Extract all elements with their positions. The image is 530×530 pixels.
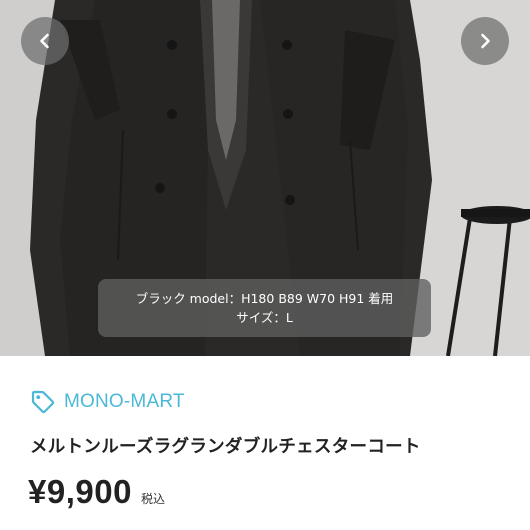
product-title: メルトンルーズラグランダブルチェスターコート: [30, 437, 421, 457]
previous-image-button[interactable]: [21, 17, 69, 65]
image-caption: ブラック model：H180 B89 W70 H91 着用 サイズ：L: [98, 279, 431, 337]
chevron-left-icon: [40, 33, 49, 49]
product-screen: ブラック model：H180 B89 W70 H91 着用 サイズ：L MON…: [0, 0, 530, 530]
product-price: ¥9,900: [28, 473, 132, 510]
price-row: ¥9,900 税込: [28, 473, 165, 511]
caption-model-info: ブラック model：H180 B89 W70 H91 着用: [135, 291, 394, 306]
next-image-button[interactable]: [461, 17, 509, 65]
chevron-right-icon: [481, 33, 490, 49]
tag-icon: [31, 390, 55, 414]
shop-link[interactable]: MONO-MART: [30, 389, 185, 415]
product-info: MONO-MART メルトンルーズラグランダブルチェスターコート ¥9,900 …: [0, 356, 530, 530]
caption-size: サイズ：L: [236, 310, 293, 325]
tax-label: 税込: [140, 492, 165, 506]
product-image[interactable]: ブラック model：H180 B89 W70 H91 着用 サイズ：L: [0, 0, 530, 356]
shop-name: MONO-MART: [64, 391, 185, 412]
